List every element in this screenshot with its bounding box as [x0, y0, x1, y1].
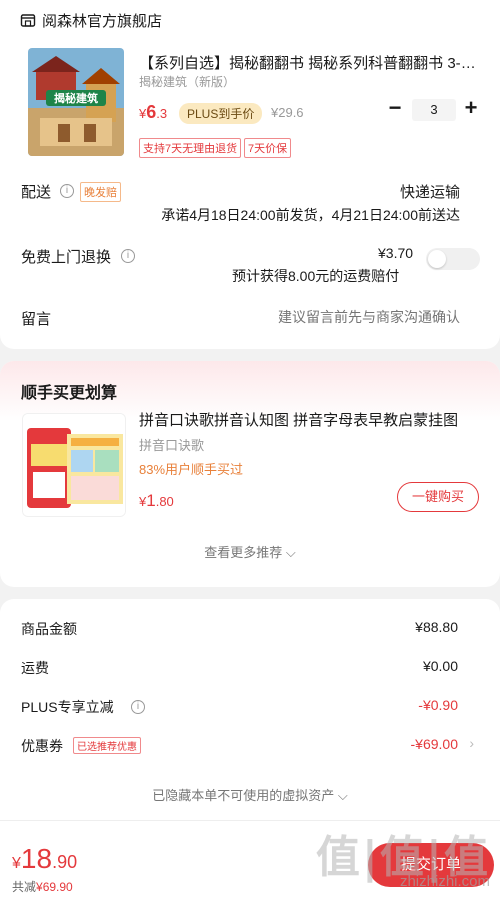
coupon-value: -¥69.00: [410, 736, 458, 752]
shipping-fee-row: 运费 ¥0.00: [21, 658, 458, 678]
product-title[interactable]: 【系列自选】揭秘翻翻书 揭秘系列科普翻翻书 3-6岁: [139, 52, 479, 73]
message-input[interactable]: [260, 309, 460, 325]
chevron-right-icon: ›: [469, 735, 474, 751]
delivery-label: 配送: [21, 184, 52, 201]
more-recommend-link[interactable]: 查看更多推荐 ⌵: [0, 542, 500, 561]
free-return-toggle[interactable]: [426, 248, 480, 270]
quantity-input[interactable]: 3: [412, 99, 456, 121]
watermark-url: zhizhizhi.com: [399, 873, 490, 890]
return-service-price: ¥3.70: [378, 245, 414, 261]
quantity-decrease-button[interactable]: −: [385, 97, 405, 121]
message-label: 留言: [21, 311, 52, 328]
plus-discount-value: -¥0.90: [418, 697, 458, 713]
original-price: ¥29.6: [271, 105, 304, 120]
recommend-item-variant: 拼音口诀歌: [139, 438, 205, 453]
return-policy-tag: 支持7天无理由退货: [139, 138, 242, 158]
goods-amount-row: 商品金额 ¥88.80: [21, 619, 458, 639]
order-item-card: 阅森林官方旗舰店 揭秘建筑 【系列自选】揭秘翻翻书 揭秘系列科普翻翻书 3-6岁…: [0, 0, 500, 349]
product-price: ¥6.3: [139, 102, 168, 122]
plus-price-badge: PLUS到手价: [179, 103, 263, 124]
product-variant[interactable]: 揭秘建筑（新版）: [139, 73, 235, 90]
info-icon[interactable]: i: [60, 184, 74, 198]
coupon-row[interactable]: 优惠券 已选推荐优惠 -¥69.00 ›: [21, 735, 474, 756]
return-compensation-note: 预计获得8.00元的运费赔付: [232, 268, 400, 284]
recommend-item-price: ¥1.80: [139, 491, 174, 510]
shop-name[interactable]: 阅森林官方旗舰店: [42, 10, 162, 31]
plus-discount-label: PLUS专享立减: [21, 699, 114, 715]
info-icon[interactable]: i: [131, 700, 145, 714]
total-saved: 共减¥69.90: [12, 880, 73, 894]
goods-amount-value: ¥88.80: [415, 619, 458, 635]
one-click-buy-button[interactable]: 一键购买: [397, 482, 479, 512]
plus-discount-row: PLUS专享立减 i -¥0.90: [21, 697, 458, 717]
recommend-item-popularity: 83%用户顺手买过: [139, 462, 244, 477]
toggle-knob: [428, 250, 446, 268]
info-icon[interactable]: i: [121, 249, 135, 263]
cover-title: 揭秘建筑: [54, 91, 98, 105]
coupon-label: 优惠券: [21, 738, 63, 754]
product-image[interactable]: 揭秘建筑: [28, 48, 124, 156]
delivery-promise: 承诺4月18日24:00前发货，4月21日24:00前送达: [161, 207, 460, 223]
late-compensation-tag: 晚发赔: [80, 182, 121, 202]
shipping-fee-label: 运费: [21, 660, 49, 676]
shipping-method[interactable]: 快递运输: [400, 181, 460, 202]
store-icon: [20, 14, 36, 27]
free-return-label: 免费上门退换: [21, 249, 112, 266]
recommend-item-name[interactable]: 拼音口诀歌拼音认知图 拼音字母表早教启蒙挂图: [139, 409, 479, 430]
recommend-item-image[interactable]: [22, 413, 126, 517]
coupon-selected-tag: 已选推荐优惠: [73, 737, 141, 754]
quantity-increase-button[interactable]: +: [461, 96, 481, 120]
hidden-assets-toggle[interactable]: 已隐藏本单不可使用的虚拟资产 ⌵: [0, 785, 500, 804]
goods-amount-label: 商品金额: [21, 621, 77, 637]
price-summary-card: 商品金额 ¥88.80 运费 ¥0.00 PLUS专享立减 i -¥0.90 优…: [0, 599, 500, 820]
checkout-bar: ¥18.90 共减¥69.90 提交订单 值|值|值 zhizhizhi.com: [0, 820, 500, 897]
recommend-title: 顺手买更划算: [21, 385, 118, 402]
total-price: ¥18.90: [12, 843, 78, 874]
recommend-card: 顺手买更划算 拼音口诀歌拼音认知图 拼音字母表早教启蒙挂图 拼音口诀歌 83%用…: [0, 361, 500, 587]
price-protect-tag: 7天价保: [244, 138, 292, 158]
shipping-fee-value: ¥0.00: [422, 658, 458, 674]
